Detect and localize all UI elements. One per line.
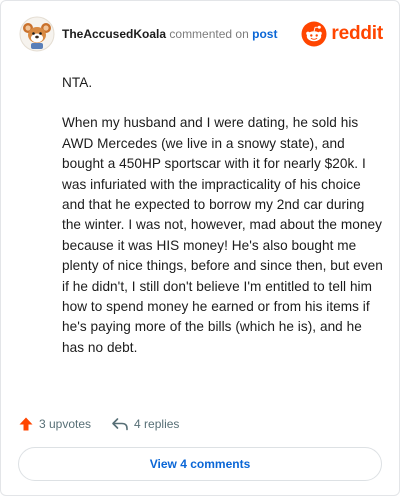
- replies-button[interactable]: 4 replies: [111, 416, 179, 432]
- byline-action-text: commented on: [169, 27, 249, 41]
- comment-header: TheAccusedKoala commented on post reddit: [19, 16, 383, 52]
- comment-paragraph: When my husband and I were dating, he so…: [62, 115, 383, 355]
- post-link[interactable]: post: [252, 27, 277, 41]
- username-link[interactable]: TheAccusedKoala: [62, 27, 166, 41]
- brand-name: reddit: [331, 23, 383, 44]
- reply-count: 4 replies: [134, 417, 180, 431]
- view-comments-button[interactable]: View 4 comments: [18, 447, 382, 481]
- upvote-arrow-icon: [19, 417, 33, 431]
- reply-arrow-icon: [112, 418, 128, 431]
- comment-paragraph: NTA.: [62, 75, 93, 90]
- comment-byline: TheAccusedKoala commented on post: [62, 26, 277, 42]
- reddit-logo[interactable]: reddit: [301, 20, 383, 48]
- comment-body: NTA. When my husband and I were dating, …: [62, 73, 386, 358]
- upvote-count: 3 upvotes: [39, 417, 92, 431]
- comment-embed-card: TheAccusedKoala commented on post reddit…: [0, 0, 400, 496]
- reddit-snoo-icon: [301, 21, 327, 47]
- comment-actions: 3 upvotes 4 replies: [18, 413, 179, 435]
- view-comments-label: View 4 comments: [149, 457, 251, 471]
- upvote-button[interactable]: 3 upvotes: [18, 416, 91, 432]
- koala-avatar-icon[interactable]: [19, 16, 55, 52]
